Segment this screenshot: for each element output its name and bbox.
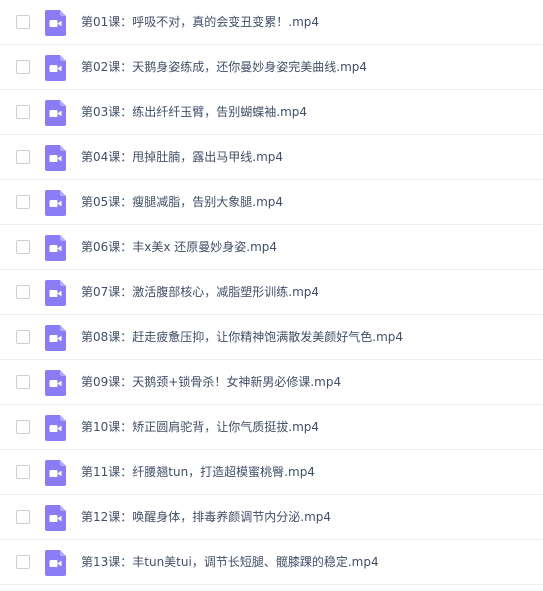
row-checkbox[interactable] <box>16 330 30 344</box>
file-name[interactable]: 第05课：瘦腿减脂，告别大象腿.mp4 <box>81 180 283 224</box>
file-name[interactable]: 第12课：唤醒身体，排毒养颜调节内分泌.mp4 <box>81 495 331 539</box>
video-file-icon <box>45 190 66 216</box>
video-file-icon <box>45 460 66 486</box>
row-checkbox[interactable] <box>16 465 30 479</box>
video-file-icon <box>45 235 66 261</box>
file-row[interactable]: 第06课：丰x美x 还原曼妙身姿.mp4 <box>0 225 543 270</box>
file-row[interactable]: 第08课：赶走疲惫压抑，让你精神饱满散发美颜好气色.mp4 <box>0 315 543 360</box>
video-file-icon <box>45 325 66 351</box>
file-name[interactable]: 第02课：天鹅身姿练成，还你曼妙身姿完美曲线.mp4 <box>81 45 367 89</box>
file-name[interactable]: 第11课：纤腰翘tun，打造超模蜜桃臀.mp4 <box>81 450 315 494</box>
file-row[interactable]: 第03课：练出纤纤玉臂，告别蝴蝶袖.mp4 <box>0 90 543 135</box>
file-row[interactable]: 第10课：矫正圆肩驼背，让你气质挺拔.mp4 <box>0 405 543 450</box>
file-row[interactable]: 第13课：丰tun美tui，调节长短腿、髋膝踝的稳定.mp4 <box>0 540 543 585</box>
video-file-icon <box>45 55 66 81</box>
video-file-icon <box>45 100 66 126</box>
file-row[interactable]: 第07课：激活腹部核心，减脂塑形训练.mp4 <box>0 270 543 315</box>
row-checkbox[interactable] <box>16 285 30 299</box>
row-checkbox[interactable] <box>16 555 30 569</box>
video-file-icon <box>45 10 66 36</box>
video-file-icon <box>45 415 66 441</box>
file-name[interactable]: 第06课：丰x美x 还原曼妙身姿.mp4 <box>81 225 277 269</box>
video-file-icon <box>45 550 66 576</box>
file-row[interactable]: 第11课：纤腰翘tun，打造超模蜜桃臀.mp4 <box>0 450 543 495</box>
file-name[interactable]: 第10课：矫正圆肩驼背，让你气质挺拔.mp4 <box>81 405 319 449</box>
file-name[interactable]: 第08课：赶走疲惫压抑，让你精神饱满散发美颜好气色.mp4 <box>81 315 403 359</box>
file-name[interactable]: 第03课：练出纤纤玉臂，告别蝴蝶袖.mp4 <box>81 90 307 134</box>
file-row[interactable]: 第12课：唤醒身体，排毒养颜调节内分泌.mp4 <box>0 495 543 540</box>
file-row[interactable]: 第09课：天鹅颈+锁骨杀！女神新男必修课.mp4 <box>0 360 543 405</box>
row-checkbox[interactable] <box>16 150 30 164</box>
row-checkbox[interactable] <box>16 60 30 74</box>
file-row[interactable]: 第01课：呼吸不对，真的会变丑变累！.mp4 <box>0 0 543 45</box>
file-name[interactable]: 第09课：天鹅颈+锁骨杀！女神新男必修课.mp4 <box>81 360 341 404</box>
file-list: 第01课：呼吸不对，真的会变丑变累！.mp4 第02课：天鹅身姿练成，还你曼妙身姿… <box>0 0 543 591</box>
row-checkbox[interactable] <box>16 240 30 254</box>
row-checkbox[interactable] <box>16 420 30 434</box>
row-checkbox[interactable] <box>16 510 30 524</box>
file-name[interactable]: 第13课：丰tun美tui，调节长短腿、髋膝踝的稳定.mp4 <box>81 540 379 584</box>
row-checkbox[interactable] <box>16 105 30 119</box>
row-checkbox[interactable] <box>16 195 30 209</box>
video-file-icon <box>45 145 66 171</box>
file-row[interactable]: 第02课：天鹅身姿练成，还你曼妙身姿完美曲线.mp4 <box>0 45 543 90</box>
row-checkbox[interactable] <box>16 15 30 29</box>
file-name[interactable]: 第01课：呼吸不对，真的会变丑变累！.mp4 <box>81 0 319 44</box>
file-row[interactable]: 第04课：甩掉肚腩，露出马甲线.mp4 <box>0 135 543 180</box>
video-file-icon <box>45 280 66 306</box>
file-name[interactable]: 第04课：甩掉肚腩，露出马甲线.mp4 <box>81 135 283 179</box>
video-file-icon <box>45 505 66 531</box>
video-file-icon <box>45 370 66 396</box>
file-name[interactable]: 第07课：激活腹部核心，减脂塑形训练.mp4 <box>81 270 319 314</box>
row-checkbox[interactable] <box>16 375 30 389</box>
file-row[interactable]: 第05课：瘦腿减脂，告别大象腿.mp4 <box>0 180 543 225</box>
